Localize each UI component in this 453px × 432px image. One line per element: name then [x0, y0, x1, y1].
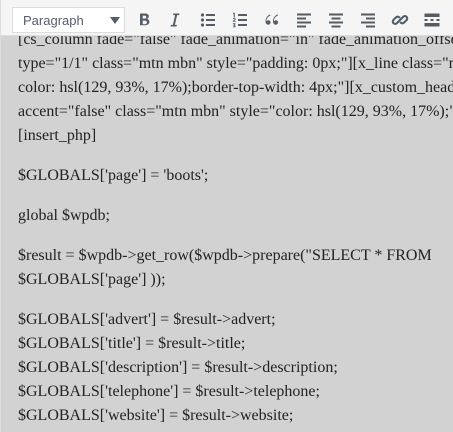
text-line: [cs_column fade="false" fade_animation="…: [18, 36, 453, 48]
align-right-button[interactable]: [355, 7, 381, 33]
selected-code-text: [cs_column fade="false" fade_animation="…: [18, 36, 453, 432]
text-line: global $wpdb;: [18, 207, 110, 224]
editor-toolbar: Paragraph: [1, 0, 453, 36]
format-select[interactable]: Paragraph: [12, 7, 125, 33]
italic-icon: [170, 13, 180, 27]
align-right-icon: [361, 13, 375, 28]
italic-button[interactable]: [162, 7, 188, 33]
blockquote-icon: [265, 14, 279, 25]
bulleted-list-button[interactable]: [195, 7, 221, 33]
align-left-button[interactable]: [291, 7, 317, 33]
editor-content-area[interactable]: [cs_column fade="false" fade_animation="…: [1, 36, 453, 432]
text-line: $GLOBALS['page'] = 'boots';: [18, 167, 209, 184]
numbered-list-button[interactable]: [227, 7, 253, 33]
read-more-icon: [424, 13, 440, 27]
text-line: $GLOBALS['page'] ));: [18, 271, 166, 288]
text-line: [insert_php]: [18, 127, 97, 144]
blockquote-button[interactable]: [259, 7, 285, 33]
align-center-button[interactable]: [323, 7, 349, 33]
text-line: $result = $wpdb->get_row($wpdb->prepare(…: [18, 247, 432, 264]
text-line: $GLOBALS['title'] = $result->title;: [18, 335, 246, 352]
text-line: type="1/1" class="mtn mbn" style="paddin…: [18, 55, 453, 72]
paragraph: $GLOBALS['page'] = 'boots';: [18, 164, 453, 188]
insert-link-button[interactable]: [387, 7, 413, 33]
bold-icon: [140, 13, 150, 26]
numbered-list-icon: [232, 12, 247, 28]
bulleted-list-icon: [200, 13, 215, 27]
paragraph: [cs_column fade="false" fade_animation="…: [18, 36, 453, 148]
visual-editor: Paragraph [cs_column fade="false" fade_a…: [0, 0, 453, 432]
chevron-down-icon: [110, 17, 120, 24]
read-more-button[interactable]: [419, 7, 445, 33]
text-line: accent="false" class="mtn mbn" style="co…: [18, 103, 453, 120]
text-line: color: hsl(129, 93%, 17%);border-top-wid…: [18, 79, 453, 96]
paragraph: global $wpdb;: [18, 204, 453, 228]
bold-button[interactable]: [131, 7, 157, 33]
text-line: $GLOBALS['website'] = $result->website;: [18, 407, 294, 424]
format-select-value: Paragraph: [23, 13, 84, 28]
align-center-icon: [329, 13, 343, 28]
link-icon: [391, 15, 409, 25]
paragraph: $GLOBALS['advert'] = $result->advert; $G…: [18, 308, 453, 428]
paragraph: $result = $wpdb->get_row($wpdb->prepare(…: [18, 244, 453, 292]
text-line: $GLOBALS['telephone'] = $result->telepho…: [18, 383, 320, 400]
align-left-icon: [297, 13, 311, 28]
text-line: $GLOBALS['description'] = $result->descr…: [18, 359, 338, 376]
text-line: $GLOBALS['advert'] = $result->advert;: [18, 311, 276, 328]
